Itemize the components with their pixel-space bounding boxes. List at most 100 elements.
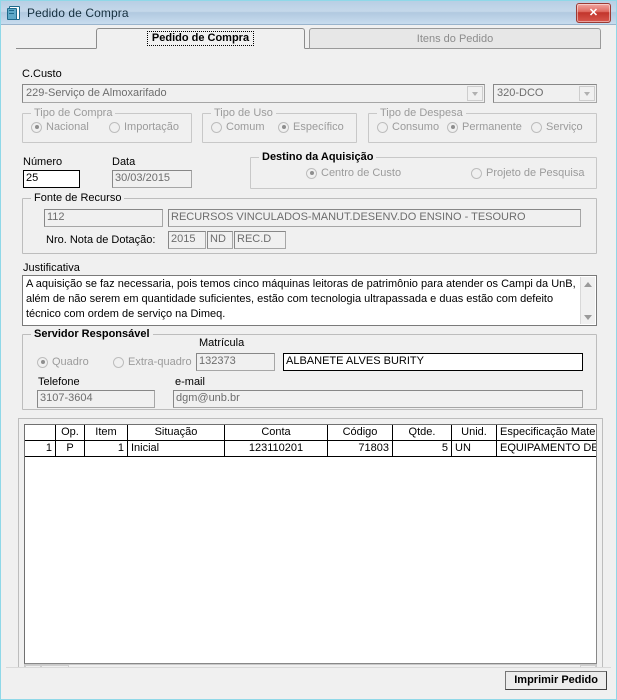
tipo-compra-title: Tipo de Compra xyxy=(31,107,116,119)
radio-projeto-de-pesquisa[interactable]: Projeto de Pesquisa xyxy=(471,167,584,179)
radio-servico-label: Serviço xyxy=(546,121,583,133)
window-title: Pedido de Compra xyxy=(27,5,129,20)
radio-extra-quadro[interactable]: Extra-quadro xyxy=(113,356,192,368)
tab-itens-do-pedido-label: Itens do Pedido xyxy=(416,32,494,45)
unit-combo[interactable]: 320-DCO xyxy=(493,84,597,103)
col-unid[interactable]: Unid. xyxy=(451,425,497,441)
cell-situacao: Inicial xyxy=(127,440,225,457)
table-row[interactable]: 1 P 1 Inicial 123110201 71803 5 UN EQUIP… xyxy=(25,440,596,457)
nota-dotacao-ano-input[interactable]: 2015 xyxy=(168,231,206,249)
matricula-label: Matrícula xyxy=(199,337,245,349)
close-button[interactable]: ✕ xyxy=(576,2,611,23)
numero-label: Número xyxy=(23,156,63,168)
col-qtde[interactable]: Qtde. xyxy=(392,425,452,441)
justificativa-label: Justificativa xyxy=(23,262,80,274)
tipo-despesa-title: Tipo de Despesa xyxy=(377,107,466,119)
destino-aquisicao-group: Destino da Aquisição Centro de Custo Pro… xyxy=(250,151,597,189)
items-table: Op. Item Situação Conta Código Qtde. Uni… xyxy=(25,425,596,457)
ccusto-value: 229-Serviço de Almoxarifado xyxy=(26,87,167,99)
radio-dot-icon xyxy=(377,121,388,133)
telefone-input[interactable]: 3107-3604 xyxy=(37,390,155,408)
radio-quadro[interactable]: Quadro xyxy=(37,356,89,368)
radio-projeto-de-pesquisa-label: Projeto de Pesquisa xyxy=(486,167,585,179)
email-input[interactable]: dgm@unb.br xyxy=(173,390,583,408)
servidor-responsavel-title: Servidor Responsável xyxy=(31,328,153,340)
radio-dot-icon xyxy=(531,121,542,133)
numero-input[interactable]: 25 xyxy=(23,170,80,188)
radio-especifico-label: Específico xyxy=(293,121,344,133)
radio-centro-de-custo-label: Centro de Custo xyxy=(321,167,402,179)
scroll-up-icon[interactable] xyxy=(581,277,595,291)
scroll-down-icon[interactable] xyxy=(581,310,595,324)
radio-dot-icon xyxy=(306,167,317,179)
telefone-label: Telefone xyxy=(38,376,80,388)
data-input[interactable]: 30/03/2015 xyxy=(112,170,192,188)
radio-dot-icon xyxy=(109,121,120,133)
radio-permanente-label: Permanente xyxy=(462,121,522,133)
fonte-recurso-title: Fonte de Recurso xyxy=(31,192,125,204)
col-codigo[interactable]: Código xyxy=(327,425,393,441)
radio-dot-icon xyxy=(447,121,458,133)
ccusto-combo[interactable]: 229-Serviço de Almoxarifado xyxy=(22,84,485,103)
chevron-down-icon[interactable] xyxy=(467,86,483,101)
title-bar: Pedido de Compra ✕ xyxy=(1,1,616,25)
ccusto-label: C.Custo xyxy=(22,68,62,80)
col-especificacao[interactable]: Especificação Material xyxy=(496,425,596,441)
table-header-row: Op. Item Situação Conta Código Qtde. Uni… xyxy=(25,425,596,441)
destino-aquisicao-title: Destino da Aquisição xyxy=(259,151,377,163)
radio-importacao[interactable]: Importação xyxy=(109,121,179,133)
col-situacao[interactable]: Situação xyxy=(127,425,225,441)
data-label: Data xyxy=(112,156,136,168)
nota-dotacao-rec-input[interactable]: REC.D xyxy=(234,231,286,249)
radio-servico[interactable]: Serviço xyxy=(531,121,583,133)
items-grid[interactable]: Op. Item Situação Conta Código Qtde. Uni… xyxy=(24,424,597,664)
radio-comum[interactable]: Comum xyxy=(211,121,265,133)
tab-pedido-de-compra[interactable]: Pedido de Compra xyxy=(96,28,305,49)
cell-especificacao: EQUIPAMENTO DE COLETA DE DADO xyxy=(496,440,596,457)
justificativa-scrollbar[interactable] xyxy=(580,277,595,324)
radio-consumo[interactable]: Consumo xyxy=(377,121,439,133)
footer-bar: Imprimir Pedido xyxy=(6,667,611,694)
radio-centro-de-custo[interactable]: Centro de Custo xyxy=(306,167,401,179)
justificativa-textarea[interactable]: A aquisição se faz necessaria, pois temo… xyxy=(22,275,597,326)
tab-itens-do-pedido[interactable]: Itens do Pedido xyxy=(309,28,601,49)
tab-pedido-de-compra-label: Pedido de Compra xyxy=(146,31,255,46)
radio-especifico[interactable]: Específico xyxy=(278,121,344,133)
col-rownum[interactable] xyxy=(25,425,56,441)
col-item[interactable]: Item xyxy=(84,425,128,441)
unit-value: 320-DCO xyxy=(497,87,544,99)
matricula-input[interactable]: 132373 xyxy=(196,353,275,371)
radio-extra-quadro-label: Extra-quadro xyxy=(128,356,192,368)
form-icon xyxy=(7,5,22,20)
print-order-button[interactable]: Imprimir Pedido xyxy=(505,671,607,690)
servidor-responsavel-group: Servidor Responsável Matrícula Quadro Ex… xyxy=(22,328,597,410)
client-area: Pedido de Compra Itens do Pedido C.Custo… xyxy=(2,26,615,698)
cell-op: P xyxy=(55,440,85,457)
radio-importacao-label: Importação xyxy=(124,121,180,133)
servidor-nome-input[interactable]: ALBANETE ALVES BURITY xyxy=(283,353,583,371)
radio-dot-icon xyxy=(211,121,222,133)
col-op[interactable]: Op. xyxy=(55,425,85,441)
radio-dot-icon xyxy=(471,167,482,179)
radio-nacional-label: Nacional xyxy=(46,121,89,133)
tab-strip: Pedido de Compra Itens do Pedido xyxy=(16,28,601,50)
tipo-despesa-group: Tipo de Despesa Consumo Permanente Servi… xyxy=(368,107,597,143)
chevron-down-icon[interactable] xyxy=(579,86,595,101)
cell-conta: 123110201 xyxy=(224,440,328,457)
nota-dotacao-nd-input[interactable]: ND xyxy=(207,231,233,249)
purchase-order-window: Pedido de Compra ✕ Pedido de Compra Iten… xyxy=(0,0,617,700)
tipo-compra-group: Tipo de Compra Nacional Importação xyxy=(22,107,192,143)
radio-dot-icon xyxy=(113,356,124,368)
fonte-recurso-code-input[interactable]: 112 xyxy=(44,209,163,227)
cell-unid: UN xyxy=(451,440,497,457)
col-conta[interactable]: Conta xyxy=(224,425,328,441)
cell-rownum: 1 xyxy=(25,440,56,457)
cell-qtde: 5 xyxy=(392,440,452,457)
fonte-recurso-description: RECURSOS VINCULADOS-MANUT.DESENV.DO ENSI… xyxy=(168,209,581,227)
tipo-uso-group: Tipo de Uso Comum Específico xyxy=(202,107,357,143)
nota-dotacao-label: Nro. Nota de Dotação: xyxy=(46,234,156,246)
radio-permanente[interactable]: Permanente xyxy=(447,121,522,133)
radio-nacional[interactable]: Nacional xyxy=(31,121,89,133)
cell-item: 1 xyxy=(84,440,128,457)
tipo-uso-title: Tipo de Uso xyxy=(211,107,276,119)
